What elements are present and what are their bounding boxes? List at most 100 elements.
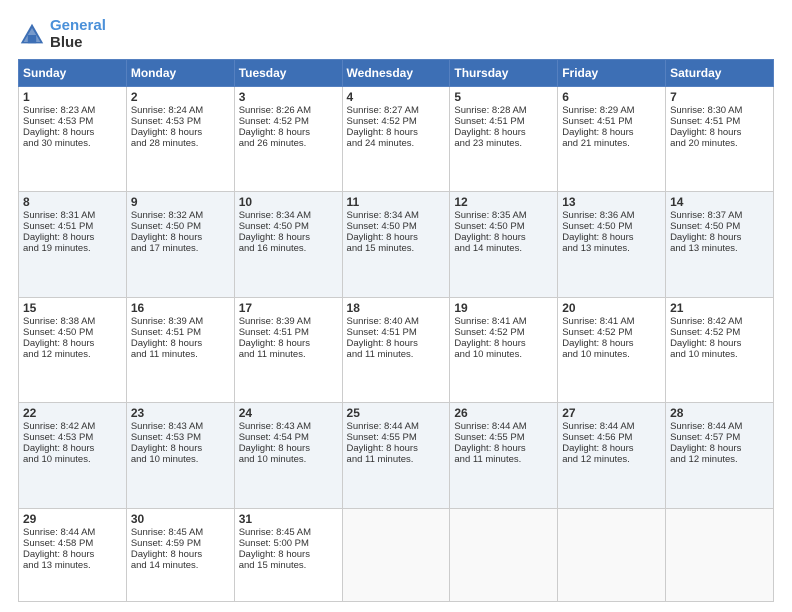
cell-line: and 15 minutes. xyxy=(347,243,446,254)
cell-line: and 11 minutes. xyxy=(131,349,230,360)
day-number: 20 xyxy=(562,301,661,315)
cell-line: Sunset: 4:51 PM xyxy=(239,327,338,338)
cell-line: Sunset: 4:57 PM xyxy=(670,432,769,443)
calendar-cell: 19Sunrise: 8:41 AMSunset: 4:52 PMDayligh… xyxy=(450,297,558,402)
cell-line: and 11 minutes. xyxy=(454,454,553,465)
cell-line: Sunrise: 8:30 AM xyxy=(670,105,769,116)
calendar-cell: 24Sunrise: 8:43 AMSunset: 4:54 PMDayligh… xyxy=(234,403,342,508)
cell-line: Sunset: 4:50 PM xyxy=(23,327,122,338)
cell-line: and 15 minutes. xyxy=(239,560,338,571)
calendar-cell: 1Sunrise: 8:23 AMSunset: 4:53 PMDaylight… xyxy=(19,87,127,192)
cell-line: Sunset: 4:52 PM xyxy=(454,327,553,338)
cell-line: and 10 minutes. xyxy=(562,349,661,360)
calendar-cell: 20Sunrise: 8:41 AMSunset: 4:52 PMDayligh… xyxy=(558,297,666,402)
cell-line: and 12 minutes. xyxy=(670,454,769,465)
cell-line: Daylight: 8 hours xyxy=(23,232,122,243)
calendar-cell: 4Sunrise: 8:27 AMSunset: 4:52 PMDaylight… xyxy=(342,87,450,192)
day-number: 22 xyxy=(23,406,122,420)
cell-line: Sunrise: 8:23 AM xyxy=(23,105,122,116)
day-number: 27 xyxy=(562,406,661,420)
cell-line: Sunrise: 8:32 AM xyxy=(131,210,230,221)
calendar-cell: 2Sunrise: 8:24 AMSunset: 4:53 PMDaylight… xyxy=(126,87,234,192)
cell-line: Daylight: 8 hours xyxy=(239,549,338,560)
day-number: 31 xyxy=(239,512,338,526)
day-number: 15 xyxy=(23,301,122,315)
calendar-cell: 18Sunrise: 8:40 AMSunset: 4:51 PMDayligh… xyxy=(342,297,450,402)
cell-line: Daylight: 8 hours xyxy=(131,443,230,454)
cell-line: Sunrise: 8:44 AM xyxy=(347,421,446,432)
cell-line: Sunset: 4:52 PM xyxy=(562,327,661,338)
day-number: 28 xyxy=(670,406,769,420)
cell-line: Daylight: 8 hours xyxy=(347,338,446,349)
logo: General Blue xyxy=(18,18,106,51)
cell-line: and 19 minutes. xyxy=(23,243,122,254)
cell-line: Sunrise: 8:42 AM xyxy=(23,421,122,432)
cell-line: and 13 minutes. xyxy=(562,243,661,254)
cell-line: and 10 minutes. xyxy=(454,349,553,360)
cell-line: Sunrise: 8:38 AM xyxy=(23,316,122,327)
calendar-cell: 29Sunrise: 8:44 AMSunset: 4:58 PMDayligh… xyxy=(19,508,127,601)
calendar-week-1: 1Sunrise: 8:23 AMSunset: 4:53 PMDaylight… xyxy=(19,87,774,192)
calendar-table: SundayMondayTuesdayWednesdayThursdayFrid… xyxy=(18,59,774,602)
cell-line: Sunset: 4:51 PM xyxy=(131,327,230,338)
day-number: 11 xyxy=(347,195,446,209)
calendar-cell: 16Sunrise: 8:39 AMSunset: 4:51 PMDayligh… xyxy=(126,297,234,402)
calendar-header-friday: Friday xyxy=(558,60,666,87)
cell-line: Sunset: 4:52 PM xyxy=(670,327,769,338)
calendar-cell: 10Sunrise: 8:34 AMSunset: 4:50 PMDayligh… xyxy=(234,192,342,297)
day-number: 13 xyxy=(562,195,661,209)
cell-line: Sunrise: 8:34 AM xyxy=(239,210,338,221)
cell-line: Daylight: 8 hours xyxy=(562,127,661,138)
cell-line: Daylight: 8 hours xyxy=(454,127,553,138)
cell-line: Sunrise: 8:43 AM xyxy=(131,421,230,432)
cell-line: Sunrise: 8:24 AM xyxy=(131,105,230,116)
cell-line: Sunrise: 8:44 AM xyxy=(23,527,122,538)
cell-line: Sunset: 4:51 PM xyxy=(562,116,661,127)
cell-line: Sunrise: 8:45 AM xyxy=(131,527,230,538)
cell-line: and 13 minutes. xyxy=(23,560,122,571)
cell-line: Daylight: 8 hours xyxy=(670,338,769,349)
cell-line: Sunset: 4:51 PM xyxy=(454,116,553,127)
cell-line: Sunrise: 8:31 AM xyxy=(23,210,122,221)
cell-line: Daylight: 8 hours xyxy=(562,338,661,349)
cell-line: and 23 minutes. xyxy=(454,138,553,149)
day-number: 23 xyxy=(131,406,230,420)
cell-line: Sunset: 4:51 PM xyxy=(23,221,122,232)
calendar-cell: 28Sunrise: 8:44 AMSunset: 4:57 PMDayligh… xyxy=(666,403,774,508)
cell-line: Daylight: 8 hours xyxy=(562,232,661,243)
calendar-header-saturday: Saturday xyxy=(666,60,774,87)
calendar-header-thursday: Thursday xyxy=(450,60,558,87)
day-number: 7 xyxy=(670,90,769,104)
calendar-cell: 27Sunrise: 8:44 AMSunset: 4:56 PMDayligh… xyxy=(558,403,666,508)
cell-line: Sunset: 4:51 PM xyxy=(347,327,446,338)
cell-line: and 12 minutes. xyxy=(562,454,661,465)
day-number: 14 xyxy=(670,195,769,209)
cell-line: Sunset: 4:53 PM xyxy=(23,432,122,443)
cell-line: Sunrise: 8:41 AM xyxy=(454,316,553,327)
cell-line: and 11 minutes. xyxy=(347,454,446,465)
calendar-cell: 7Sunrise: 8:30 AMSunset: 4:51 PMDaylight… xyxy=(666,87,774,192)
day-number: 29 xyxy=(23,512,122,526)
cell-line: Sunrise: 8:28 AM xyxy=(454,105,553,116)
cell-line: Sunset: 4:55 PM xyxy=(347,432,446,443)
cell-line: Daylight: 8 hours xyxy=(670,232,769,243)
day-number: 8 xyxy=(23,195,122,209)
cell-line: Sunset: 4:52 PM xyxy=(239,116,338,127)
cell-line: Daylight: 8 hours xyxy=(347,232,446,243)
cell-line: Sunset: 4:58 PM xyxy=(23,538,122,549)
cell-line: Sunrise: 8:44 AM xyxy=(562,421,661,432)
calendar-cell xyxy=(450,508,558,601)
cell-line: Sunset: 4:50 PM xyxy=(562,221,661,232)
calendar-cell: 5Sunrise: 8:28 AMSunset: 4:51 PMDaylight… xyxy=(450,87,558,192)
calendar-week-3: 15Sunrise: 8:38 AMSunset: 4:50 PM Dayligh… xyxy=(19,297,774,402)
cell-line: Sunset: 4:51 PM xyxy=(670,116,769,127)
cell-line: Sunrise: 8:42 AM xyxy=(670,316,769,327)
cell-line: Sunrise: 8:29 AM xyxy=(562,105,661,116)
cell-line: and 14 minutes. xyxy=(454,243,553,254)
cell-line: Daylight: 8 hours xyxy=(454,443,553,454)
day-number: 19 xyxy=(454,301,553,315)
cell-line: Sunset: 4:53 PM xyxy=(131,116,230,127)
cell-line: Daylight: 8 hours xyxy=(347,127,446,138)
calendar-cell: 12Sunrise: 8:35 AMSunset: 4:50 PMDayligh… xyxy=(450,192,558,297)
calendar-week-5: 29Sunrise: 8:44 AMSunset: 4:58 PM Dayligh… xyxy=(19,508,774,601)
